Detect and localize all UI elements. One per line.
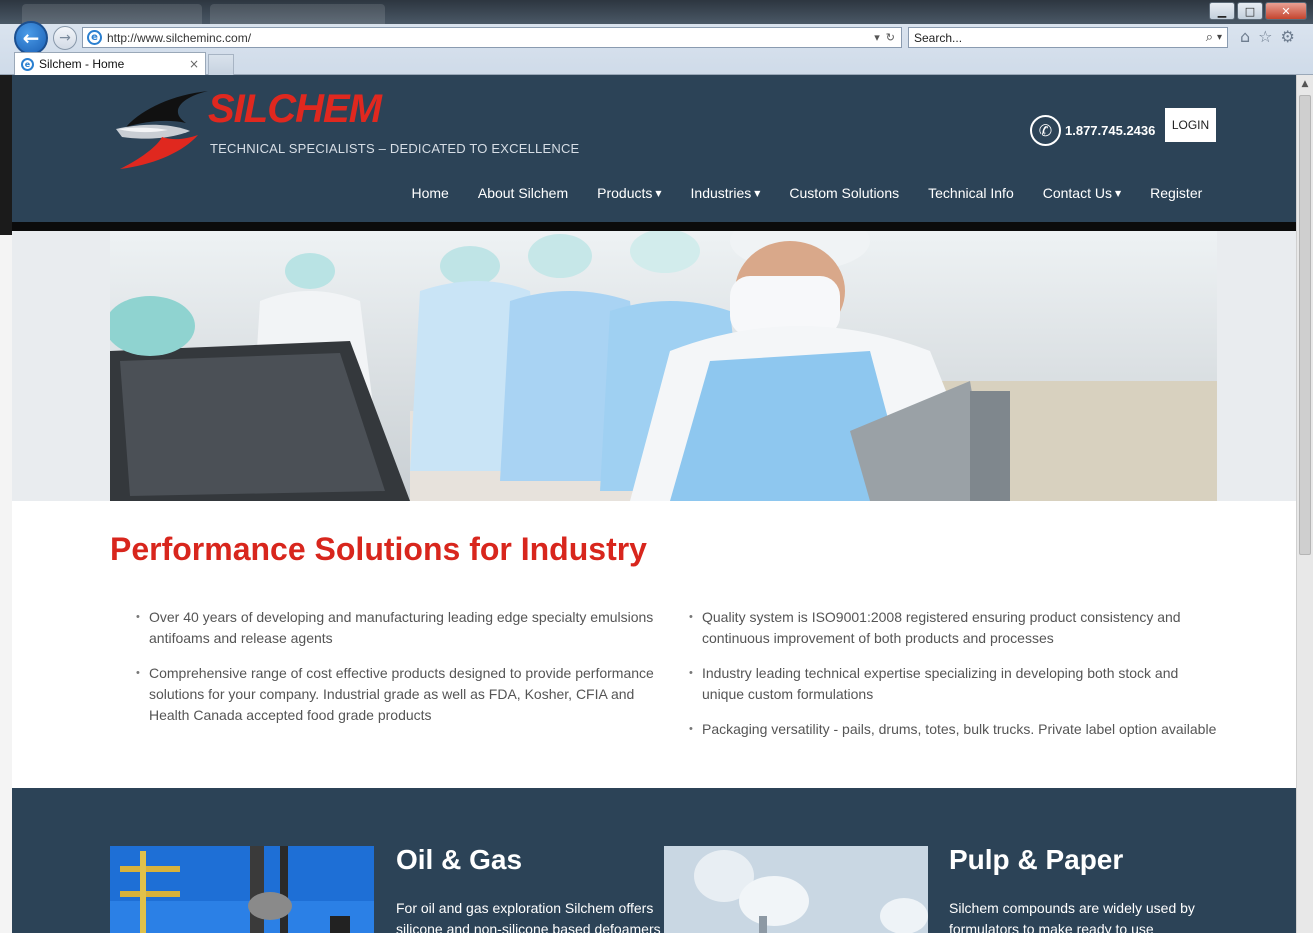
nav-products[interactable]: Products ▼ [583, 185, 676, 201]
tagline: TECHNICAL SPECIALISTS – DEDICATED TO EXC… [210, 141, 580, 156]
intro-section: Performance Solutions for Industry Over … [12, 501, 1296, 788]
vertical-scrollbar[interactable]: ▲ [1296, 75, 1313, 933]
nav-about[interactable]: About Silchem [463, 185, 582, 201]
industry-text-pulp-paper: Silchem compounds are widely used by for… [949, 900, 1195, 933]
nav-industries[interactable]: Industries ▼ [676, 185, 775, 201]
window-controls: ▁ □ ✕ [1209, 2, 1307, 20]
main-nav: Home About Silchem Products ▼ Industries ▼… [397, 185, 1217, 201]
back-button[interactable]: ← [14, 21, 48, 55]
industries-section: Oil & Gas For oil and gas exploration Si… [12, 788, 1296, 933]
tab-title: Silchem - Home [39, 57, 125, 71]
list-item: Quality system is ISO9001:2008 registere… [689, 607, 1219, 649]
list-item: Over 40 years of developing and manufact… [136, 607, 666, 649]
header-divider [12, 222, 1296, 231]
caret-down-icon: ▼ [655, 189, 662, 198]
maximize-button[interactable]: □ [1237, 2, 1263, 20]
search-icon[interactable]: ⌕ [1206, 30, 1213, 45]
caret-down-icon: ▼ [1114, 189, 1122, 198]
favorites-star-icon[interactable]: ☆ [1258, 27, 1272, 47]
industry-title-oil-gas[interactable]: Oil & Gas [396, 844, 522, 876]
login-button[interactable]: LOGIN [1165, 108, 1216, 142]
browser-search[interactable]: ⌕ ▾ [908, 27, 1228, 48]
background-tab[interactable] [210, 4, 385, 24]
feature-list-right: Quality system is ISO9001:2008 registere… [689, 607, 1219, 754]
list-item: Packaging versatility - pails, drums, to… [689, 719, 1219, 740]
nav-technical-info[interactable]: Technical Info [914, 185, 1029, 201]
forward-button[interactable]: → [53, 26, 77, 50]
silchem-logo-icon[interactable] [112, 87, 212, 171]
brand-name[interactable]: SILCHEM [208, 87, 382, 132]
background-tab[interactable] [22, 4, 202, 24]
tab-close-icon[interactable]: × [189, 57, 199, 71]
title-bar: ▁ □ ✕ [0, 0, 1313, 24]
address-text[interactable]: http://www.silcheminc.com/ [107, 31, 874, 45]
pulp-paper-image[interactable] [664, 846, 928, 933]
search-dropdown-icon[interactable]: ▾ [1217, 32, 1222, 43]
active-tab[interactable]: e Silchem - Home × [14, 52, 206, 75]
caret-down-icon: ▼ [754, 189, 761, 198]
back-arrow-icon: ← [22, 26, 40, 50]
industry-text-oil-gas: For oil and gas exploration Silchem offe… [396, 900, 661, 933]
phone-number[interactable]: 1.877.745.2436 [1065, 123, 1155, 138]
address-dropdown-icon[interactable]: ▾ [874, 31, 880, 44]
page-title: Performance Solutions for Industry [110, 531, 647, 567]
hero-image [110, 231, 1217, 501]
page-viewport: SILCHEM TECHNICAL SPECIALISTS – DEDICATE… [12, 75, 1296, 933]
list-item: Industry leading technical expertise spe… [689, 663, 1219, 705]
industry-title-pulp-paper[interactable]: Pulp & Paper [949, 844, 1123, 876]
site-header: SILCHEM TECHNICAL SPECIALISTS – DEDICATE… [12, 75, 1296, 222]
close-window-button[interactable]: ✕ [1265, 2, 1307, 20]
nav-home[interactable]: Home [397, 185, 463, 201]
phone-contact[interactable]: ✆ 1.877.745.2436 [1030, 115, 1155, 146]
phone-icon: ✆ [1030, 115, 1061, 146]
nav-register[interactable]: Register [1136, 185, 1217, 201]
scroll-up-icon[interactable]: ▲ [1297, 75, 1313, 92]
forward-arrow-icon: → [59, 30, 71, 46]
minimize-button[interactable]: ▁ [1209, 2, 1235, 20]
ie-logo-icon: e [87, 30, 102, 45]
gear-icon[interactable]: ⚙ [1281, 27, 1295, 47]
nav-contact[interactable]: Contact Us ▼ [1028, 185, 1135, 201]
home-icon[interactable]: ⌂ [1240, 27, 1250, 47]
browser-chrome: ▁ □ ✕ ← → e http://www.silcheminc.com/ ▾… [0, 0, 1313, 75]
nav-custom-solutions[interactable]: Custom Solutions [775, 185, 914, 201]
scroll-thumb[interactable] [1299, 95, 1311, 555]
oil-gas-image[interactable] [110, 846, 374, 933]
new-tab-button[interactable] [208, 54, 234, 75]
tab-favicon-icon: e [21, 57, 34, 71]
list-item: Comprehensive range of cost effective pr… [136, 663, 666, 726]
address-bar[interactable]: e http://www.silcheminc.com/ ▾ ↻ [82, 27, 902, 48]
search-input[interactable] [914, 30, 1206, 45]
feature-list-left: Over 40 years of developing and manufact… [136, 607, 666, 740]
refresh-icon[interactable]: ↻ [886, 31, 895, 44]
browser-toolbar: ⌂ ☆ ⚙ [1240, 27, 1295, 47]
desktop-edge [0, 75, 12, 933]
